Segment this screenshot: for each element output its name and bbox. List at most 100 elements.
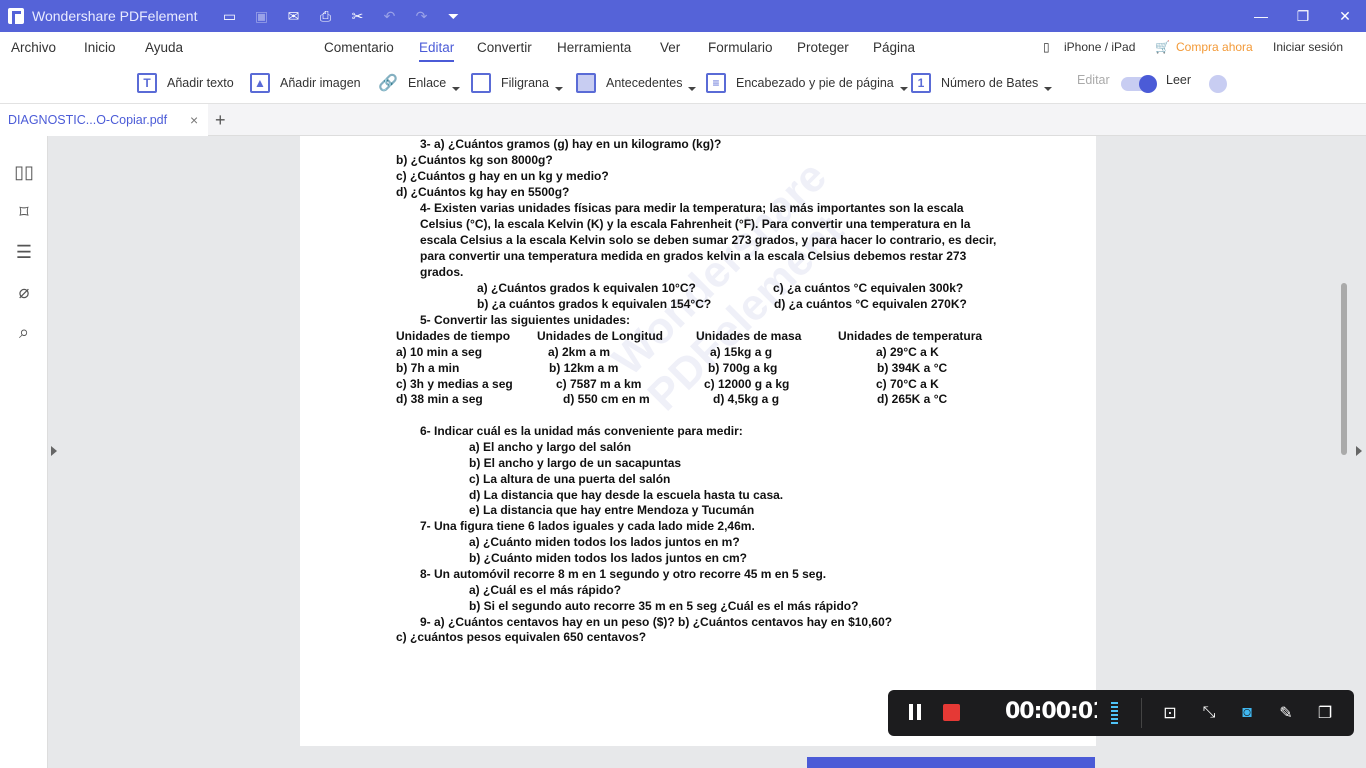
document-tab-bar: DIAGNOSTIC...O-Copiar.pdf × + bbox=[0, 104, 1366, 136]
thumbnails-icon[interactable]: ▯▯ bbox=[14, 162, 34, 182]
customize-dropdown-icon[interactable]: ⏷ bbox=[437, 0, 469, 32]
document-text-line: b) ¿a cuántos grados k equivalen 154°C? bbox=[477, 297, 712, 311]
header-footer-button[interactable]: ≡ Encabezado y pie de página bbox=[706, 73, 908, 93]
buy-now-link[interactable]: Compra ahora bbox=[1176, 40, 1253, 54]
document-text-line: d) La distancia que hay desde la escuela… bbox=[469, 488, 784, 502]
document-text-line: Unidades de Longitud bbox=[537, 329, 663, 343]
pause-icon[interactable] bbox=[908, 704, 922, 720]
read-mode-label[interactable]: Leer bbox=[1166, 73, 1191, 87]
quick-access-toolbar: ▭ ▣ ✉ ⎙ ✂ ↶ ↷ ⏷ bbox=[213, 0, 469, 32]
menu-convertir[interactable]: Convertir bbox=[477, 40, 532, 55]
iphone-ipad-link[interactable]: iPhone / iPad bbox=[1064, 40, 1135, 54]
document-text-line: d) 38 min a seg bbox=[396, 392, 483, 406]
page-watermark: Wondershare PDFelement bbox=[603, 151, 853, 421]
document-text-line: c) 3h y medias a seg bbox=[396, 377, 513, 391]
bates-number-button[interactable]: 1 Número de Bates bbox=[911, 73, 1053, 93]
attachment-icon[interactable]: ⌀ bbox=[14, 282, 34, 302]
document-text-line: grados. bbox=[420, 265, 464, 279]
left-sidebar: ▯▯ ⌑ ☰ ⌀ ⌕ bbox=[0, 136, 48, 768]
document-text-line: 6- Indicar cuál es la unidad más conveni… bbox=[420, 424, 743, 438]
menu-formulario[interactable]: Formulario bbox=[708, 40, 773, 55]
document-text-line: 5- Convertir las siguientes unidades: bbox=[420, 313, 631, 327]
camera-icon[interactable]: ◙ bbox=[1235, 701, 1259, 725]
screen-recorder-bar: 00:00:01 ⊡ ⤡ ◙ ✎ ❐ bbox=[888, 690, 1354, 736]
menu-herramienta[interactable]: Herramienta bbox=[557, 40, 631, 55]
minimize-icon[interactable]: — bbox=[1240, 0, 1282, 32]
pen-icon[interactable]: ✎ bbox=[1274, 701, 1298, 725]
document-text-line: b) ¿Cuántos kg son 8000g? bbox=[396, 153, 553, 167]
document-text-line: d) 265K a °C bbox=[877, 392, 948, 406]
add-image-button[interactable]: ▲ Añadir imagen bbox=[250, 73, 361, 93]
login-link[interactable]: Iniciar sesión bbox=[1273, 40, 1343, 54]
add-text-button[interactable]: T Añadir texto bbox=[137, 73, 234, 93]
menu-ver[interactable]: Ver bbox=[660, 40, 680, 55]
chevron-down-icon bbox=[554, 87, 563, 91]
document-text-line: c) 70°C a K bbox=[876, 377, 939, 391]
document-text-line: Unidades de masa bbox=[696, 329, 802, 343]
document-text-line: b) 700g a kg bbox=[708, 361, 778, 375]
document-text-line: 8- Un automóvil recorre 8 m en 1 segundo… bbox=[420, 567, 827, 581]
add-tab-icon[interactable]: + bbox=[215, 110, 226, 131]
edit-toolbar: T Añadir texto ▲ Añadir imagen 🔗 Enlace … bbox=[0, 64, 1366, 104]
close-icon[interactable]: ✕ bbox=[1324, 0, 1366, 32]
menu-pagina[interactable]: Página bbox=[873, 40, 915, 55]
menu-proteger[interactable]: Proteger bbox=[797, 40, 849, 55]
close-tab-icon[interactable]: × bbox=[190, 112, 198, 128]
document-text-line: para convertir una temperatura medida en… bbox=[420, 249, 967, 263]
document-text-line: b) 394K a °C bbox=[877, 361, 948, 375]
app-logo-icon bbox=[8, 8, 24, 24]
document-text-line: 4- Existen varias unidades físicas para … bbox=[420, 201, 964, 215]
document-text-line: b) 12km a m bbox=[549, 361, 619, 375]
image-icon: ▲ bbox=[250, 73, 270, 93]
print-icon[interactable]: ⎙ bbox=[309, 0, 341, 32]
comments-icon[interactable]: ☰ bbox=[14, 242, 34, 262]
document-text-line: escala Celsius a la escala Kelvin solo s… bbox=[420, 233, 997, 247]
menu-comentario[interactable]: Comentario bbox=[324, 40, 394, 55]
document-text-line: Unidades de tiempo bbox=[396, 329, 511, 343]
window-controls: — ❐ ✕ bbox=[1240, 0, 1366, 32]
menu-editar[interactable]: Editar bbox=[419, 40, 455, 62]
search-icon[interactable]: ⌕ bbox=[14, 322, 34, 342]
vertical-scrollbar[interactable] bbox=[1341, 283, 1347, 455]
settings-icon[interactable] bbox=[1209, 75, 1227, 93]
stop-icon[interactable] bbox=[943, 704, 960, 721]
save-icon[interactable]: ▣ bbox=[245, 0, 277, 32]
open-folder-icon[interactable]: ▭ bbox=[213, 0, 245, 32]
document-text-line: 7- Una figura tiene 6 lados iguales y ca… bbox=[420, 519, 755, 533]
text-icon: T bbox=[137, 73, 157, 93]
undo-icon[interactable]: ↶ bbox=[373, 0, 405, 32]
menu-inicio[interactable]: Inicio bbox=[84, 40, 116, 55]
edit-read-toggle[interactable] bbox=[1121, 75, 1157, 93]
recording-timer: 00:00:01 bbox=[1005, 699, 1097, 724]
redo-icon[interactable]: ↷ bbox=[405, 0, 437, 32]
menu-archivo[interactable]: Archivo bbox=[11, 40, 56, 55]
link-button[interactable]: 🔗 Enlace bbox=[378, 73, 461, 93]
next-page-edge bbox=[807, 757, 1095, 768]
scissors-icon[interactable]: ✂ bbox=[341, 0, 373, 32]
link-label: Enlace bbox=[408, 76, 447, 90]
document-text-line: c) La altura de una puerta del salón bbox=[469, 472, 671, 486]
document-text-line: a) El ancho y largo del salón bbox=[469, 440, 632, 454]
screenshot-region-icon[interactable]: ⊡ bbox=[1158, 701, 1182, 725]
bookmark-icon[interactable]: ⌑ bbox=[14, 202, 34, 222]
watermark-button[interactable]: Filigrana bbox=[471, 73, 563, 93]
document-text-line: c) ¿a cuántos °C equivalen 300k? bbox=[773, 281, 964, 295]
menu-bar: Archivo Inicio Ayuda Comentario Editar C… bbox=[0, 32, 1366, 64]
window-icon[interactable]: ❐ bbox=[1313, 701, 1337, 725]
mail-icon[interactable]: ✉ bbox=[277, 0, 309, 32]
document-text-line: d) 4,5kg a g bbox=[713, 392, 780, 406]
fullscreen-exit-icon[interactable]: ⤡ bbox=[1197, 701, 1221, 725]
pdf-page: Wondershare PDFelement 3- a) ¿Cuántos gr… bbox=[300, 136, 1096, 746]
menu-ayuda[interactable]: Ayuda bbox=[145, 40, 183, 55]
document-text-line: 3- a) ¿Cuántos gramos (g) hay en un kilo… bbox=[420, 137, 722, 151]
document-tab[interactable]: DIAGNOSTIC...O-Copiar.pdf bbox=[0, 104, 208, 136]
expand-left-panel-icon[interactable] bbox=[51, 446, 57, 456]
edit-mode-label[interactable]: Editar bbox=[1077, 73, 1110, 87]
chevron-down-icon bbox=[899, 87, 908, 91]
document-text-line: d) ¿Cuántos kg hay en 5500g? bbox=[396, 185, 570, 199]
background-button[interactable]: Antecedentes bbox=[576, 73, 697, 93]
header-footer-label: Encabezado y pie de página bbox=[736, 76, 894, 90]
expand-right-panel-icon[interactable] bbox=[1356, 446, 1362, 456]
restore-icon[interactable]: ❐ bbox=[1282, 0, 1324, 32]
add-image-label: Añadir imagen bbox=[280, 76, 361, 90]
